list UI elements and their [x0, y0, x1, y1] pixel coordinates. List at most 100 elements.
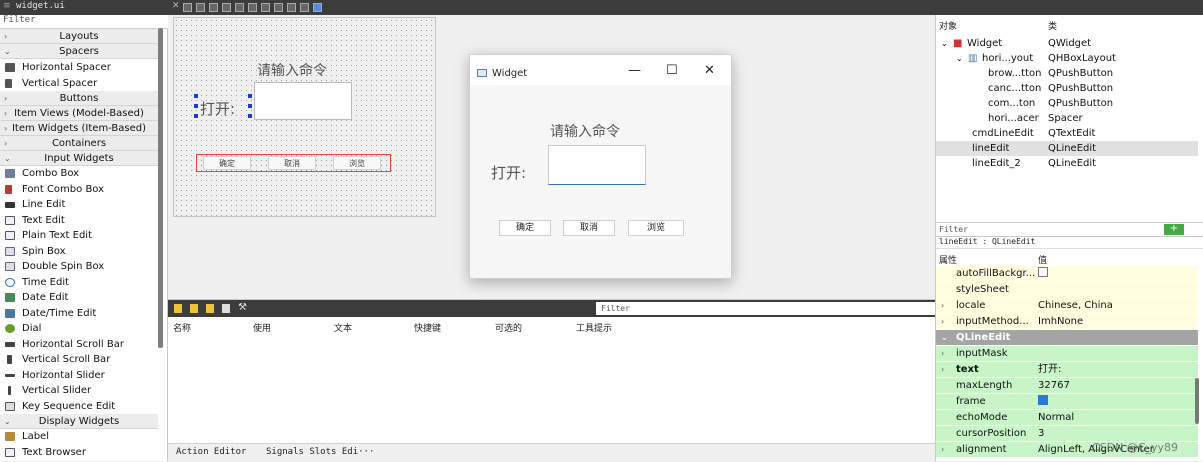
selection-handle[interactable] — [194, 104, 198, 108]
widget-item[interactable]: Key Sequence Edit — [0, 399, 158, 415]
property-value[interactable]: Chinese, China — [1038, 298, 1113, 313]
property-value[interactable]: 3 — [1038, 426, 1044, 441]
widget-item[interactable]: Dial — [0, 321, 158, 337]
class-column-header[interactable]: 类 — [1048, 19, 1057, 32]
layout-grid-icon[interactable] — [287, 3, 296, 12]
close-icon[interactable]: ✕ — [172, 1, 180, 11]
property-scrollbar[interactable] — [1195, 378, 1199, 424]
form-title-label[interactable]: 请输入命令 — [257, 60, 327, 80]
break-layout-icon[interactable] — [300, 3, 309, 12]
object-row-selected[interactable]: lineEdit QLineEdit — [936, 141, 1198, 156]
property-row[interactable]: frame — [936, 394, 1198, 410]
widget-item[interactable]: Line Edit — [0, 197, 158, 213]
column-header[interactable]: 可选的 — [495, 321, 522, 334]
category-item-widgets[interactable]: › Item Widgets (Item-Based) — [0, 121, 158, 136]
paste-action-icon[interactable] — [206, 304, 214, 313]
widget-item[interactable]: Double Spin Box — [0, 259, 158, 275]
widget-item[interactable]: Date Edit — [0, 290, 158, 306]
align-center-icon[interactable] — [196, 3, 205, 12]
property-value[interactable]: ImhNone — [1038, 314, 1083, 329]
add-property-icon[interactable]: + — [1164, 224, 1184, 235]
category-input-widgets[interactable]: ⌄ Input Widgets — [0, 151, 158, 166]
column-header[interactable]: 工具提示 — [576, 321, 612, 334]
property-group-header[interactable]: ⌄ QLineEdit — [936, 330, 1198, 346]
object-row[interactable]: hori...acer Spacer — [936, 111, 1198, 126]
preview-window[interactable]: Widget — ☐ ✕ 请输入命令 打开: 确定 取消 浏览 — [469, 54, 732, 279]
layout-horizontal-icon[interactable] — [235, 3, 244, 12]
maximize-icon[interactable]: ☐ — [666, 63, 678, 78]
widget-item[interactable]: Combo Box — [0, 166, 158, 182]
copy-action-icon[interactable] — [190, 304, 198, 313]
category-layouts[interactable]: › Layouts — [0, 29, 158, 44]
object-row[interactable]: lineEdit_2 QLineEdit — [936, 156, 1198, 171]
preview-cancel-button[interactable]: 取消 — [563, 220, 615, 236]
selection-handle[interactable] — [248, 94, 252, 98]
minimize-icon[interactable]: — — [628, 63, 641, 78]
form-ok-button[interactable]: 确定 — [203, 156, 251, 170]
property-row[interactable]: › inputMask — [936, 346, 1198, 362]
delete-action-icon[interactable] — [222, 304, 230, 313]
widget-item[interactable]: Time Edit — [0, 275, 158, 291]
selection-handle[interactable] — [248, 114, 252, 118]
object-row[interactable]: ⌄ ■ Widget QWidget — [936, 36, 1198, 51]
category-spacers[interactable]: ⌄ Spacers — [0, 44, 158, 59]
form-browse-button[interactable]: 浏览 — [333, 156, 381, 170]
form-command-edit[interactable] — [254, 82, 352, 120]
property-row[interactable]: autoFillBackgr... — [936, 266, 1198, 282]
widget-item[interactable]: Vertical Slider — [0, 383, 158, 399]
column-header[interactable]: 名称 — [173, 321, 191, 334]
widget-item[interactable]: Date/Time Edit — [0, 306, 158, 322]
property-value[interactable]: 32767 — [1038, 378, 1070, 393]
column-header[interactable]: 文本 — [334, 321, 352, 334]
property-row[interactable]: styleSheet — [936, 282, 1198, 298]
property-value[interactable] — [1038, 266, 1048, 281]
object-row[interactable]: cmdLineEdit QTextEdit — [936, 126, 1198, 141]
widget-item[interactable]: Text Edit — [0, 213, 158, 229]
new-action-icon[interactable] — [174, 304, 182, 313]
preview-ok-button[interactable]: 确定 — [499, 220, 551, 236]
form-cancel-button[interactable]: 取消 — [268, 156, 316, 170]
property-row[interactable]: maxLength 32767 — [936, 378, 1198, 394]
object-row[interactable]: brow...tton QPushButton — [936, 66, 1198, 81]
layout-form-icon[interactable] — [274, 3, 283, 12]
object-row[interactable]: com...ton QPushButton — [936, 96, 1198, 111]
widget-item[interactable]: Horizontal Scroll Bar — [0, 337, 158, 353]
widget-item[interactable]: Plain Text Edit — [0, 228, 158, 244]
widget-item[interactable]: Spin Box — [0, 244, 158, 260]
property-value[interactable]: Normal — [1038, 410, 1074, 425]
widget-item[interactable]: Vertical Spacer — [0, 76, 158, 92]
window-titlebar[interactable]: Widget — ☐ ✕ — [470, 55, 731, 85]
property-row[interactable]: echoMode Normal — [936, 410, 1198, 426]
property-row[interactable]: cursorPosition 3 — [936, 426, 1198, 442]
property-value[interactable]: 打开: — [1038, 362, 1061, 377]
close-icon[interactable]: ✕ — [704, 63, 715, 78]
layout-vertical-icon[interactable] — [248, 3, 257, 12]
object-row[interactable]: ⌄ ▥ hori...yout QHBoxLayout — [936, 51, 1198, 66]
property-row[interactable]: › inputMethod... ImhNone — [936, 314, 1198, 330]
column-header[interactable]: 使用 — [253, 321, 271, 334]
preview-browse-button[interactable]: 浏览 — [628, 220, 684, 236]
property-row[interactable]: › locale Chinese, China — [936, 298, 1198, 314]
object-row[interactable]: canc...tton QPushButton — [936, 81, 1198, 96]
category-item-views[interactable]: › Item Views (Model-Based) — [0, 106, 158, 121]
action-filter-input[interactable]: Filter — [596, 302, 935, 315]
form-canvas[interactable]: 请输入命令 打开: 确定 取消 浏览 — [173, 17, 436, 217]
distribute-icon[interactable] — [222, 3, 231, 12]
property-column-header[interactable]: 属性 — [939, 253, 957, 266]
property-filter-input[interactable]: Filter — [936, 222, 1203, 237]
adjust-size-icon[interactable] — [313, 3, 322, 12]
checkbox[interactable] — [1038, 267, 1048, 277]
widget-item[interactable]: Font Combo Box — [0, 182, 158, 198]
wrench-icon[interactable]: ⚒ — [238, 302, 247, 313]
widget-item[interactable]: Vertical Scroll Bar — [0, 352, 158, 368]
column-header[interactable]: 快捷键 — [414, 321, 441, 334]
form-open-label[interactable]: 打开: — [200, 98, 235, 119]
object-column-header[interactable]: 对象 — [939, 19, 957, 32]
widget-item[interactable]: Horizontal Slider — [0, 368, 158, 384]
align-left-icon[interactable] — [183, 3, 192, 12]
form-button-layout[interactable]: 确定 取消 浏览 — [196, 154, 391, 172]
category-buttons[interactable]: › Buttons — [0, 91, 158, 106]
property-value[interactable] — [1038, 394, 1048, 409]
layout-splitter-icon[interactable] — [261, 3, 270, 12]
widget-box-scrollbar[interactable] — [158, 28, 163, 348]
